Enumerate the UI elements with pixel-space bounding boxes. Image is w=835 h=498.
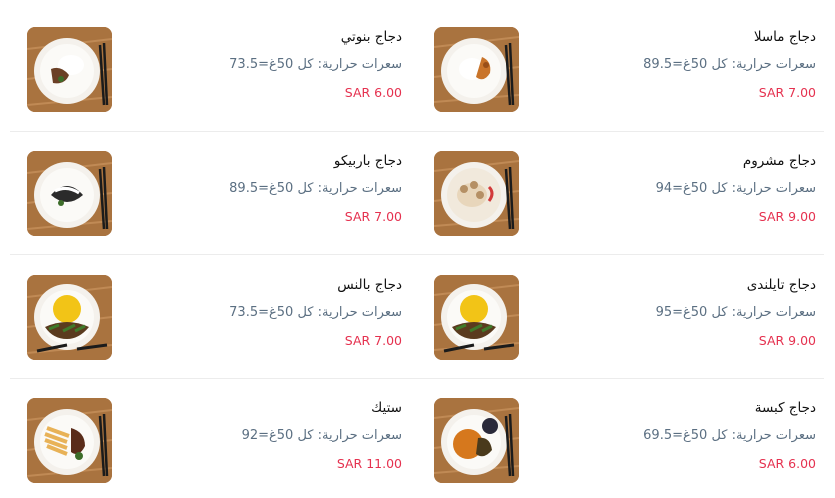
item-name: دجاج مشروم <box>742 153 816 169</box>
menu-grid: دجاج ماسلا سعرات حرارية: كل 50غ=89.5 SAR… <box>0 0 835 498</box>
item-price: SAR 9.00 <box>758 209 816 224</box>
menu-row: دجاج مشروم سعرات حرارية: كل 50غ=94 SAR 9… <box>0 124 835 248</box>
menu-item-mushroom-chicken[interactable]: دجاج مشروم سعرات حرارية: كل 50غ=94 SAR 9… <box>427 124 835 248</box>
item-name: دجاج ماسلا <box>753 29 816 45</box>
item-price: SAR 6.00 <box>344 85 402 100</box>
menu-item-chicken-balance[interactable]: دجاج بالنس سعرات حرارية: كل 50غ=73.5 SAR… <box>20 248 428 372</box>
item-calories: سعرات حرارية: كل 50غ=92 <box>241 428 402 443</box>
steak-image <box>27 398 112 483</box>
menu-item-text: دجاج باربيكو سعرات حرارية: كل 50غ=89.5 S… <box>112 151 402 226</box>
menu-item-text: دجاج بنوتي سعرات حرارية: كل 50غ=73.5 SAR… <box>112 27 402 102</box>
item-calories: سعرات حرارية: كل 50غ=94 <box>655 181 816 196</box>
thai-chicken-image <box>434 275 519 360</box>
item-name: ستيك <box>371 400 402 416</box>
item-calories: سعرات حرارية: كل 50غ=89.5 <box>229 181 402 196</box>
menu-item-text: دجاج مشروم سعرات حرارية: كل 50غ=94 SAR 9… <box>526 151 816 226</box>
menu-item-steak[interactable]: ستيك سعرات حرارية: كل 50غ=92 SAR 11.00 <box>20 371 428 495</box>
menu-item-text: ستيك سعرات حرارية: كل 50غ=92 SAR 11.00 <box>112 398 402 473</box>
mushroom-chicken-image <box>434 151 519 236</box>
menu-row: دجاج كبسة سعرات حرارية: كل 50غ=69.5 SAR … <box>0 371 835 495</box>
menu-item-kabsa-chicken[interactable]: دجاج كبسة سعرات حرارية: كل 50غ=69.5 SAR … <box>427 371 835 495</box>
item-price: SAR 7.00 <box>758 85 816 100</box>
item-price: SAR 7.00 <box>344 209 402 224</box>
menu-item-text: دجاج تايلندى سعرات حرارية: كل 50غ=95 SAR… <box>526 275 816 350</box>
item-calories: سعرات حرارية: كل 50غ=69.5 <box>643 428 816 443</box>
menu-item-text: دجاج كبسة سعرات حرارية: كل 50غ=69.5 SAR … <box>526 398 816 473</box>
item-calories: سعرات حرارية: كل 50غ=73.5 <box>229 57 402 72</box>
menu-item-text: دجاج بالنس سعرات حرارية: كل 50غ=73.5 SAR… <box>112 275 402 350</box>
item-name: دجاج كبسة <box>754 400 816 416</box>
item-calories: سعرات حرارية: كل 50غ=73.5 <box>229 305 402 320</box>
item-price: SAR 11.00 <box>336 456 402 471</box>
menu-row: دجاج ماسلا سعرات حرارية: كل 50غ=89.5 SAR… <box>0 0 835 124</box>
chicken-banoti-image <box>27 27 112 112</box>
item-name: دجاج تايلندى <box>746 277 816 293</box>
menu-item-bbq-chicken[interactable]: دجاج باربيكو سعرات حرارية: كل 50غ=89.5 S… <box>20 124 428 248</box>
kabsa-chicken-image <box>434 398 519 483</box>
item-name: دجاج بالنس <box>337 277 402 293</box>
item-price: SAR 9.00 <box>758 333 816 348</box>
item-price: SAR 7.00 <box>344 333 402 348</box>
item-name: دجاج بنوتي <box>340 29 402 45</box>
chicken-masala-image <box>434 27 519 112</box>
menu-item-thai-chicken[interactable]: دجاج تايلندى سعرات حرارية: كل 50غ=95 SAR… <box>427 248 835 372</box>
menu-item-chicken-masala[interactable]: دجاج ماسلا سعرات حرارية: كل 50غ=89.5 SAR… <box>427 0 835 124</box>
bbq-chicken-image <box>27 151 112 236</box>
menu-item-chicken-banoti[interactable]: دجاج بنوتي سعرات حرارية: كل 50غ=73.5 SAR… <box>20 0 428 124</box>
chicken-balance-image <box>27 275 112 360</box>
menu-item-text: دجاج ماسلا سعرات حرارية: كل 50غ=89.5 SAR… <box>526 27 816 102</box>
menu-row: دجاج تايلندى سعرات حرارية: كل 50غ=95 SAR… <box>0 248 835 372</box>
item-calories: سعرات حرارية: كل 50غ=95 <box>655 305 816 320</box>
item-calories: سعرات حرارية: كل 50غ=89.5 <box>643 57 816 72</box>
item-name: دجاج باربيكو <box>333 153 402 169</box>
item-price: SAR 6.00 <box>758 456 816 471</box>
